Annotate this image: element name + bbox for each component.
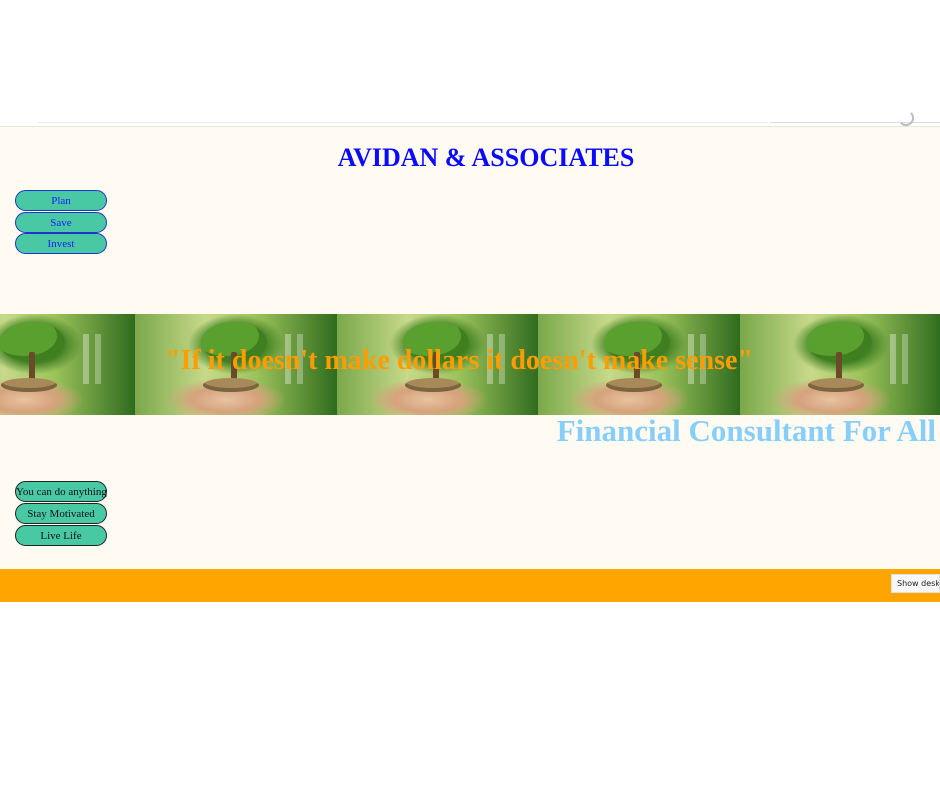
tagline: Financial Consultant For All <box>556 413 936 448</box>
browser-profile-icon[interactable] <box>898 110 914 126</box>
hero-banner: "If it doesn't make dollars it doesn't m… <box>0 314 940 415</box>
nav-save-button[interactable]: Save <box>15 212 107 233</box>
nav-invest-button[interactable]: Invest <box>15 233 107 254</box>
browser-search-box[interactable] <box>770 116 940 123</box>
you-can-do-anything-button[interactable]: You can do anything <box>15 481 107 502</box>
address-bar[interactable] <box>38 116 768 123</box>
show-desktop-tooltip: Show deskto <box>891 574 940 593</box>
stay-motivated-button[interactable]: Stay Motivated <box>15 503 107 524</box>
footer-bar <box>0 569 940 602</box>
web-page: AVIDAN & ASSOCIATES Plan Save Invest "If… <box>0 127 940 569</box>
site-title: AVIDAN & ASSOCIATES <box>337 143 635 172</box>
nav-plan-button[interactable]: Plan <box>15 190 107 211</box>
banner-quote: "If it doesn't make dollars it doesn't m… <box>165 345 753 376</box>
live-life-button[interactable]: Live Life <box>15 525 107 546</box>
